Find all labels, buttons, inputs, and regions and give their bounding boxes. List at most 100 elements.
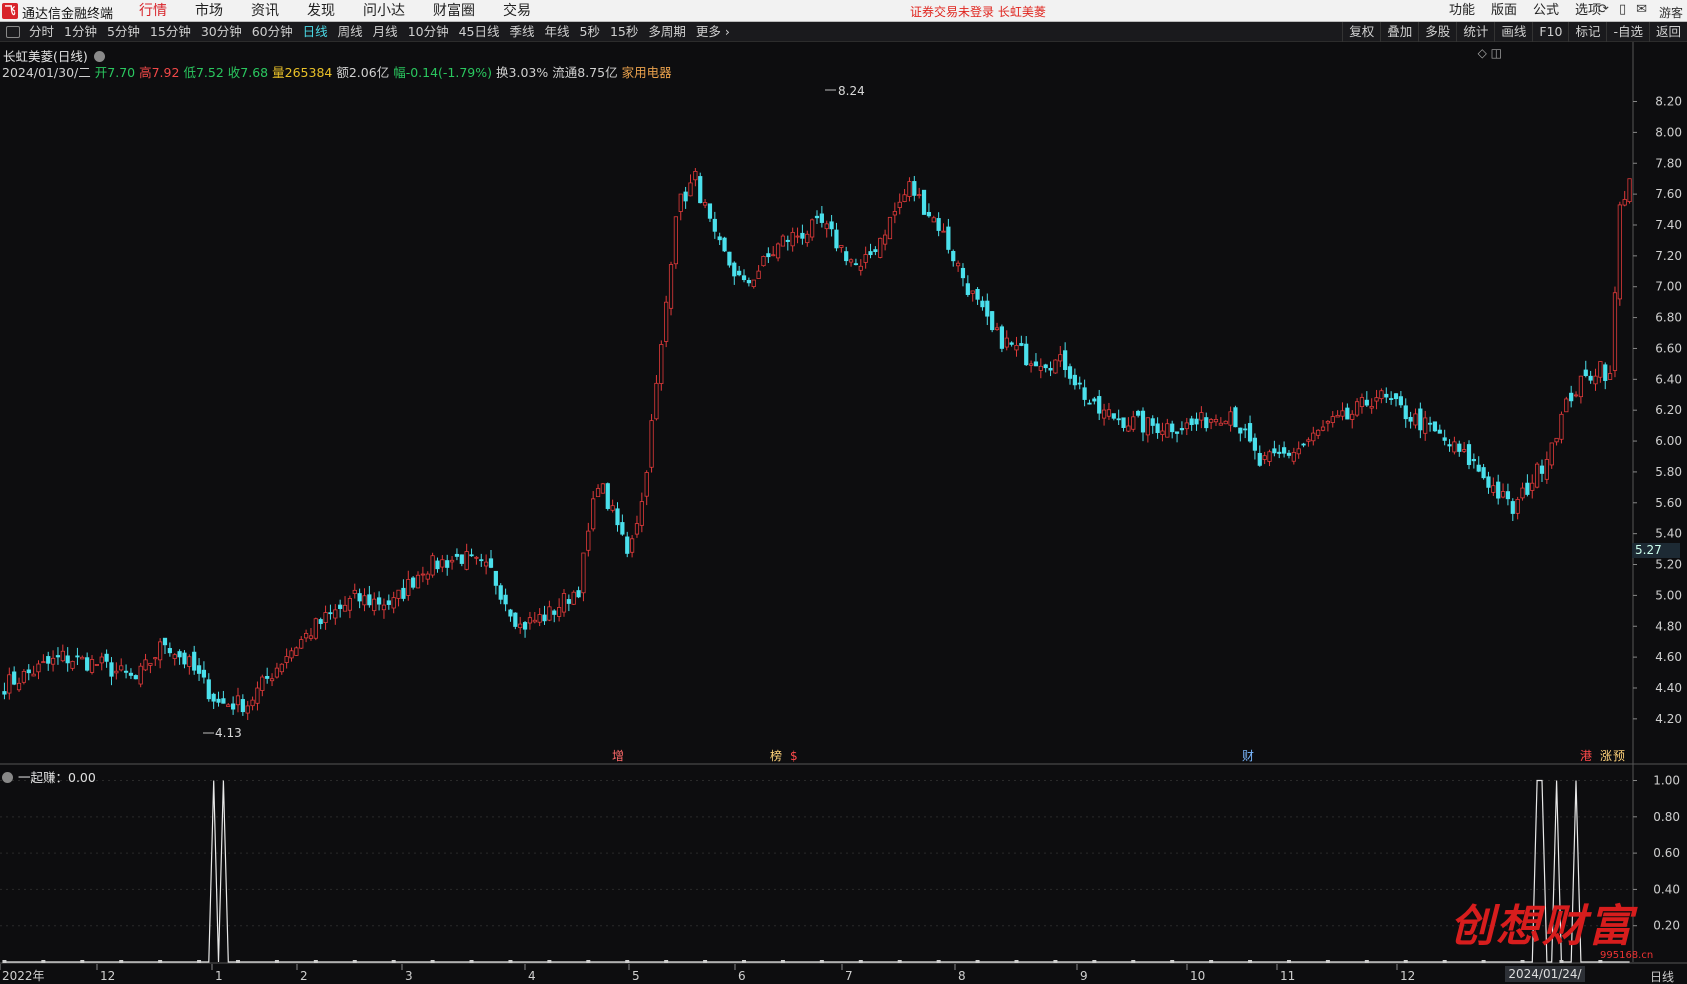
candle-body — [1588, 375, 1593, 381]
candle-body — [347, 598, 352, 611]
indicator-dot — [819, 960, 824, 963]
indicator-dot — [274, 960, 279, 963]
candle-body — [406, 579, 411, 596]
candle-body — [1525, 482, 1530, 495]
indicator-menu-icon[interactable] — [2, 772, 13, 783]
candle-body — [1019, 343, 1024, 346]
candle-body — [610, 505, 615, 511]
indicator-dot — [1559, 960, 1564, 963]
candle-body — [741, 275, 747, 281]
candle-body — [1510, 501, 1515, 514]
candle-body — [338, 604, 343, 609]
indicator-line — [4, 779, 1630, 963]
candle-body — [853, 263, 859, 266]
candle-body — [484, 561, 489, 567]
candle-body — [357, 593, 362, 602]
candle-body — [1286, 452, 1292, 456]
candle-body — [586, 530, 591, 551]
candle-body — [226, 704, 231, 707]
candle-body — [172, 654, 177, 659]
event-marker: 港 — [1580, 749, 1592, 763]
price-tick-label: 4.40 — [1655, 681, 1682, 695]
candle-body — [878, 237, 883, 258]
indicator-dot — [391, 960, 396, 963]
candle-body — [1247, 423, 1253, 442]
candle-body — [1530, 482, 1535, 491]
candle-body — [1476, 464, 1481, 472]
candle-body — [440, 559, 445, 568]
candle-body — [1179, 428, 1185, 431]
candle-body — [274, 667, 280, 678]
candle-body — [805, 233, 810, 244]
candle-body — [634, 523, 640, 535]
candle-body — [547, 606, 552, 621]
candle-body — [1359, 397, 1365, 408]
indicator-title-text: 一起赚：0.00 — [18, 770, 96, 785]
candle-body — [1408, 416, 1413, 422]
candle-body — [727, 251, 732, 266]
candle-body — [1009, 342, 1014, 345]
max-price-label: 8.24 — [838, 84, 865, 98]
candle-body — [75, 655, 80, 658]
candle-body — [1291, 452, 1296, 462]
candle-body — [659, 344, 664, 384]
candle-body — [1481, 467, 1486, 479]
candle-body — [1413, 413, 1418, 426]
candle-body — [639, 501, 644, 526]
candle-body — [654, 382, 659, 420]
indicator-dot — [858, 960, 863, 963]
candle-body — [1379, 390, 1384, 400]
candle-body — [605, 483, 610, 509]
x-tick-label: 11 — [1280, 969, 1295, 983]
candle-body — [299, 639, 304, 649]
indicator-tick-label: 1.00 — [1653, 774, 1680, 788]
candle-body — [951, 251, 956, 262]
event-marker: 预 — [1613, 749, 1625, 763]
candle-body — [1282, 447, 1287, 454]
candle-body — [133, 675, 138, 680]
candle-body — [430, 555, 435, 576]
candle-body — [1301, 443, 1306, 446]
indicator-dot — [1248, 960, 1253, 963]
candle-body — [1442, 437, 1447, 441]
candle-body — [892, 211, 897, 216]
candle-body — [323, 612, 328, 623]
candle-body — [561, 593, 567, 613]
candle-body — [1131, 416, 1136, 430]
candle-body — [342, 604, 348, 612]
candle-body — [1549, 442, 1554, 466]
candle-body — [318, 619, 323, 624]
indicator-dot — [235, 960, 240, 963]
candle-body — [795, 235, 800, 238]
candle-body — [1500, 491, 1506, 498]
candle-body — [552, 610, 557, 615]
candle-body — [503, 594, 508, 605]
candle-body — [128, 672, 134, 676]
kline-chart[interactable]: 8.20 8.00 7.80 7.60 7.40 7.20 7.00 6.80 6.60 6.40… — [0, 0, 1687, 984]
candle-body — [1228, 411, 1233, 426]
indicator-dot — [625, 960, 630, 963]
candle-body — [780, 235, 786, 247]
indicator-dot — [1170, 960, 1175, 963]
candle-body — [80, 656, 85, 660]
candle-body — [411, 577, 416, 588]
candle-body — [1486, 476, 1491, 488]
candle-body — [1077, 382, 1082, 385]
candle-body — [1374, 397, 1379, 402]
candle-body — [873, 249, 878, 253]
candle-body — [537, 614, 542, 623]
candle-body — [1238, 427, 1243, 434]
candle-body — [7, 674, 12, 694]
indicator-dot — [41, 960, 46, 963]
candle-body — [1174, 431, 1180, 434]
current-price-tag: 5.27 — [1632, 543, 1680, 558]
candle-body — [1126, 425, 1131, 432]
candle-body — [12, 671, 17, 685]
candle-body — [1072, 374, 1077, 386]
candle-body — [70, 660, 75, 669]
candle-body — [1505, 491, 1511, 500]
candle-body — [1330, 416, 1335, 423]
candle-body — [921, 189, 927, 215]
candle-body — [279, 663, 284, 673]
candle-body — [1121, 417, 1126, 428]
